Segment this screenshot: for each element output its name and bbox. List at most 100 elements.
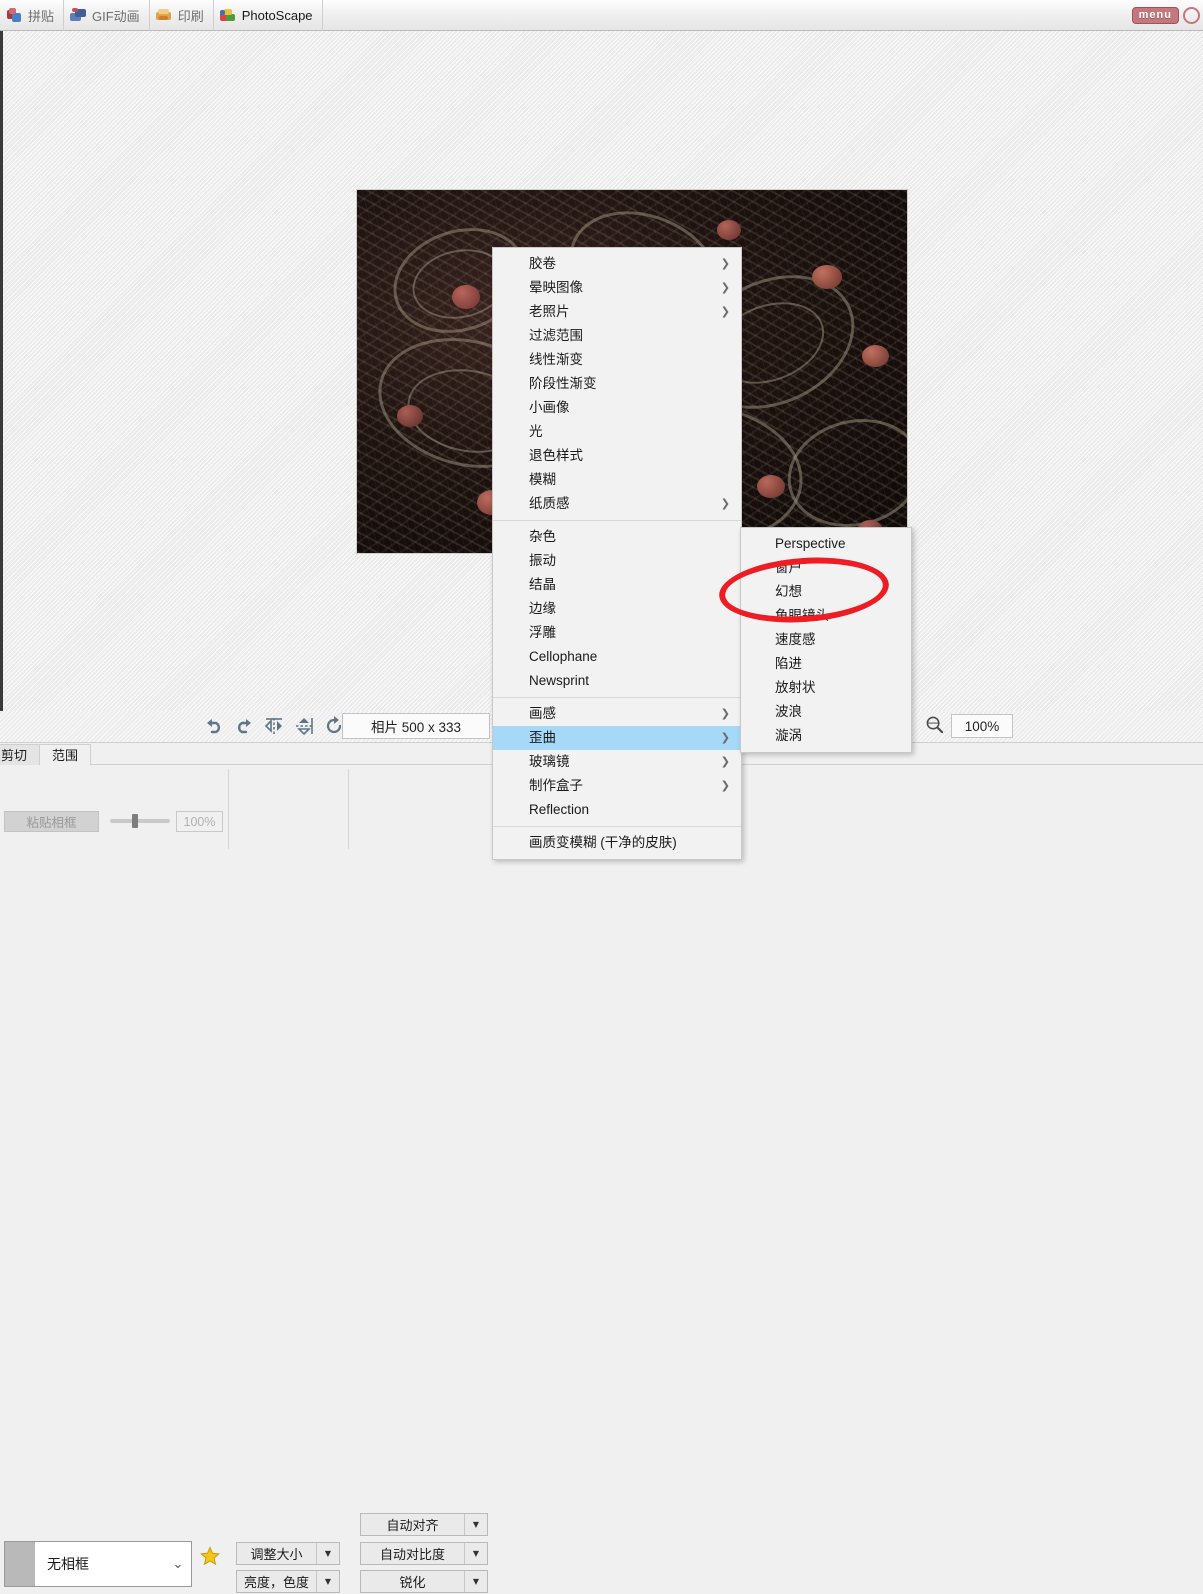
photoscape-icon (219, 8, 237, 23)
zoom-icon[interactable] (925, 715, 944, 737)
resize-button[interactable]: 调整大小 ▼ (236, 1542, 340, 1565)
menu-item-make-box[interactable]: 制作盒子 ❯ (493, 774, 741, 798)
chevron-down-icon[interactable]: ▼ (316, 1543, 339, 1564)
menu-item-cellophane[interactable]: Cellophane (493, 645, 741, 669)
photo-float (862, 345, 889, 367)
menu-item-old-photo[interactable]: 老照片 ❯ (493, 300, 741, 324)
menu-item-soften-skin[interactable]: 画质变模糊 (干净的皮肤) (493, 831, 741, 855)
star-icon[interactable] (199, 1546, 221, 1566)
gif-animation-icon (70, 7, 87, 23)
sharpen-button[interactable]: 锐化 ▼ (360, 1570, 488, 1593)
menu-item-vignette[interactable]: 晕映图像 ❯ (493, 276, 741, 300)
menu-item-blur[interactable]: 模糊 (493, 468, 741, 492)
bottom-right-panel (492, 1485, 1203, 1594)
submenu-item-window[interactable]: 窗户 (741, 556, 911, 580)
undo-icon[interactable] (203, 715, 225, 737)
submenu-item-fantasy[interactable]: 幻想 (741, 580, 911, 604)
bottom-tab-bar: 剪切 范围 (0, 743, 92, 765)
redo-icon[interactable] (233, 715, 255, 737)
zoom-control-group[interactable]: 100% (925, 714, 1013, 738)
flip-vertical-icon[interactable] (293, 715, 315, 737)
top-tab-collage[interactable]: 拼贴 (0, 0, 65, 31)
chevron-down-icon[interactable]: ▼ (316, 1571, 339, 1592)
chevron-down-icon[interactable]: ▼ (464, 1514, 487, 1535)
menu-item-distort[interactable]: 歪曲 ❯ (493, 726, 741, 750)
brightness-color-button[interactable]: 亮度，色度 ▼ (236, 1570, 340, 1593)
frame-select[interactable]: 无相框 ⌄ (4, 1541, 192, 1587)
auto-level-button[interactable]: 自动对齐 ▼ (360, 1513, 488, 1536)
context-menu[interactable]: 胶卷 ❯ 晕映图像 ❯ 老照片 ❯ 过滤范围 线性渐变 阶段性渐变 小画像 光 … (492, 247, 742, 860)
photo-float (397, 405, 423, 427)
bottom-tab-range[interactable]: 范围 (39, 744, 92, 765)
menu-item-stepped-gradient[interactable]: 阶段性渐变 (493, 372, 741, 396)
submenu-item-fisheye[interactable]: 鱼眼镜头 (741, 604, 911, 628)
top-tab-bar: 拼贴 GIF动画 印刷 PhotoScape menu (0, 0, 1203, 31)
bottom-tab-crop[interactable]: 剪切 (0, 744, 41, 765)
zoom-value-label: 100% (964, 718, 1000, 734)
top-tab-photoscape-label: PhotoScape (241, 7, 313, 23)
submenu-item-whirlpool[interactable]: 漩涡 (741, 724, 911, 748)
close-button[interactable] (1183, 6, 1200, 24)
photo-float (452, 285, 480, 309)
opacity-slider[interactable] (110, 814, 170, 828)
menu-item-noise[interactable]: 杂色 (493, 525, 741, 549)
chevron-right-icon: ❯ (720, 497, 730, 510)
top-tab-collage-label: 拼贴 (28, 8, 55, 24)
toolbar-icon-group (203, 715, 345, 737)
chevron-right-icon: ❯ (720, 281, 730, 294)
frame-preview-swatch (5, 1542, 35, 1586)
menu-item-vibrate[interactable]: 振动 (493, 549, 741, 573)
opacity-value-field[interactable]: 100% (176, 811, 223, 832)
canvas-left-edge (0, 31, 3, 711)
top-tab-photoscape[interactable]: PhotoScape (214, 0, 323, 31)
paste-frame-button[interactable]: 粘贴相框 (4, 811, 99, 832)
chevron-down-icon[interactable]: ⌄ (165, 1556, 191, 1572)
zoom-value-field[interactable]: 100% (951, 714, 1013, 738)
image-size-field: 相片 500 x 333 (342, 713, 490, 739)
submenu-item-radial[interactable]: 放射状 (741, 676, 911, 700)
menu-separator (493, 520, 741, 521)
frame-select-value: 无相框 (47, 1556, 89, 1572)
submenu-item-perspective[interactable]: Perspective (741, 532, 911, 556)
menu-item-crystallize[interactable]: 结晶 (493, 573, 741, 597)
photo-float (812, 265, 842, 289)
menu-item-filmstrip[interactable]: 胶卷 ❯ (493, 252, 741, 276)
menu-item-miniature[interactable]: 小画像 (493, 396, 741, 420)
auto-contrast-button[interactable]: 自动对比度 ▼ (360, 1542, 488, 1565)
menu-item-emboss[interactable]: 浮雕 (493, 621, 741, 645)
menu-item-edge[interactable]: 边缘 (493, 597, 741, 621)
menu-badge[interactable]: menu (1131, 6, 1179, 24)
menu-item-glass-lens[interactable]: 玻璃镜 ❯ (493, 750, 741, 774)
menu-separator (493, 826, 741, 827)
menu-item-filter-range[interactable]: 过滤范围 (493, 324, 741, 348)
top-tab-gif-animation[interactable]: GIF动画 (64, 0, 150, 31)
chevron-right-icon: ❯ (720, 779, 730, 792)
chevron-right-icon: ❯ (720, 257, 730, 270)
panel-divider (228, 769, 229, 849)
chevron-down-icon[interactable]: ▼ (464, 1543, 487, 1564)
distort-submenu[interactable]: Perspective 窗户 幻想 鱼眼镜头 速度感 陷进 放射状 波浪 漩涡 (740, 527, 912, 753)
menu-item-paper-texture[interactable]: 纸质感 ❯ (493, 492, 741, 516)
photo-float (717, 220, 741, 240)
menu-item-light[interactable]: 光 (493, 420, 741, 444)
photo-float (757, 475, 785, 498)
top-tab-print[interactable]: 印刷 (150, 0, 214, 31)
top-tab-gif-animation-label: GIF动画 (92, 8, 140, 24)
chevron-down-icon[interactable]: ▼ (464, 1571, 487, 1592)
menu-separator (493, 697, 741, 698)
chevron-right-icon: ❯ (720, 731, 730, 744)
menu-item-reflection[interactable]: Reflection (493, 798, 741, 822)
submenu-item-speed[interactable]: 速度感 (741, 628, 911, 652)
submenu-item-wave[interactable]: 波浪 (741, 700, 911, 724)
menu-item-newsprint[interactable]: Newsprint (493, 669, 741, 693)
menu-item-linear-gradient[interactable]: 线性渐变 (493, 348, 741, 372)
flip-horizontal-icon[interactable] (263, 715, 285, 737)
collage-icon (6, 7, 23, 23)
submenu-item-pinch[interactable]: 陷进 (741, 652, 911, 676)
menu-item-fade-style[interactable]: 退色样式 (493, 444, 741, 468)
menu-item-painting[interactable]: 画感 ❯ (493, 702, 741, 726)
chevron-right-icon: ❯ (720, 305, 730, 318)
print-icon (155, 8, 173, 23)
opacity-slider-knob[interactable] (132, 814, 138, 828)
image-size-label: 相片 500 x 333 (370, 720, 462, 735)
